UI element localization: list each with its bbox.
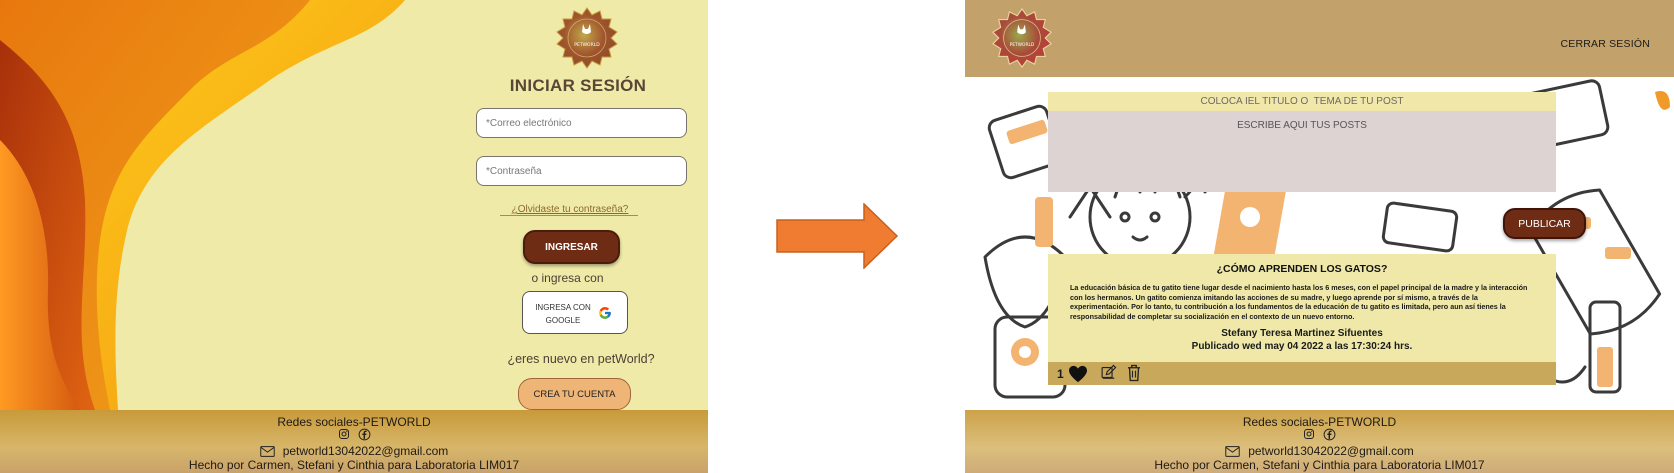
edit-icon[interactable] [1100,364,1117,381]
like-count: 1 [1057,367,1064,381]
or-login-with-label: o ingresa con [531,271,604,285]
feed-screen: PETWORLD CERRAR SESIÓN COLOCA IEL TITULO… [965,0,1674,473]
logout-link[interactable]: CERRAR SESIÓN [1560,38,1650,50]
mail-icon [1225,445,1240,457]
post-card: ¿CÓMO APRENDEN LOS GATOS? La educación b… [1048,254,1556,385]
svg-text:PETWORLD: PETWORLD [574,42,600,48]
decorative-waves [0,0,405,410]
login-button[interactable]: INGRESAR [523,230,620,264]
footer-social-icons [965,428,1674,441]
paw-logo-icon: PETWORLD [992,7,1052,69]
login-screen: PETWORLD INICIAR SESIÓN ¿Olvidaste tu co… [0,0,708,473]
post-text: La educación básica de tu gatito tiene l… [1070,283,1528,321]
petworld-logo: PETWORLD [555,6,619,70]
google-label-line1: INGRESA CON [535,303,591,312]
login-footer: Redes sociales-PETWORLD petworld13042022… [0,410,708,473]
publish-button[interactable]: PUBLICAR [1503,208,1586,239]
google-login-button[interactable]: INGRESA CON GOOGLE [522,291,628,334]
footer-email[interactable]: petworld13042022@gmail.com [283,444,449,458]
footer-social-icons [0,428,708,441]
mail-icon [259,445,275,457]
feed-petworld-logo: PETWORLD [991,7,1053,69]
google-label-line2: GOOGLE [545,316,581,325]
footer-email-row: petworld13042022@gmail.com [0,444,708,458]
paw-logo-icon: PETWORLD [556,7,618,69]
password-input[interactable] [476,156,687,186]
facebook-icon[interactable] [358,428,371,441]
google-icon [599,307,611,319]
feed-header: PETWORLD CERRAR SESIÓN [965,0,1674,77]
forgot-divider [500,215,638,216]
new-user-prompt: ¿eres nuevo en petWorld? [507,352,655,366]
post-heading: ¿CÓMO APRENDEN LOS GATOS? [1216,263,1388,275]
google-button-label: INGRESA CON GOOGLE [528,301,598,327]
post-date: Publicado wed may 04 2022 a las 17:30:24… [1191,341,1413,352]
trash-icon[interactable] [1126,364,1142,382]
instagram-icon[interactable] [338,428,350,440]
footer-email-row: petworld13042022@gmail.com [965,444,1674,458]
heart-icon[interactable] [1068,365,1088,383]
svg-text:PETWORLD: PETWORLD [1010,42,1035,48]
post-actions-bar: 1 [1048,362,1556,385]
post-author: Stefany Teresa Martinez Sifuentes [1221,328,1383,339]
footer-social-title: Redes sociales-PETWORLD [1242,415,1397,429]
post-body-input[interactable] [1048,111,1556,192]
footer-social-title: Redes sociales-PETWORLD [277,415,431,429]
instagram-icon[interactable] [1303,428,1315,440]
footer-credits: Hecho por Carmen, Stefani y Cinthia para… [188,458,520,472]
facebook-icon[interactable] [1323,428,1336,441]
feed-footer: Redes sociales-PETWORLD petworld13042022… [965,410,1674,473]
forgot-password-link[interactable]: ¿Olvidaste tu contraseña? [502,204,638,215]
footer-credits: Hecho por Carmen, Stefani y Cinthia para… [1154,458,1485,472]
email-input[interactable] [476,108,687,138]
flow-arrow-icon [776,203,898,269]
post-title-input[interactable] [1048,92,1556,111]
create-account-button[interactable]: CREA TU CUENTA [518,378,631,410]
footer-email[interactable]: petworld13042022@gmail.com [1248,444,1414,458]
login-title: INICIAR SESIÓN [509,76,647,95]
new-post-form [1048,92,1556,192]
